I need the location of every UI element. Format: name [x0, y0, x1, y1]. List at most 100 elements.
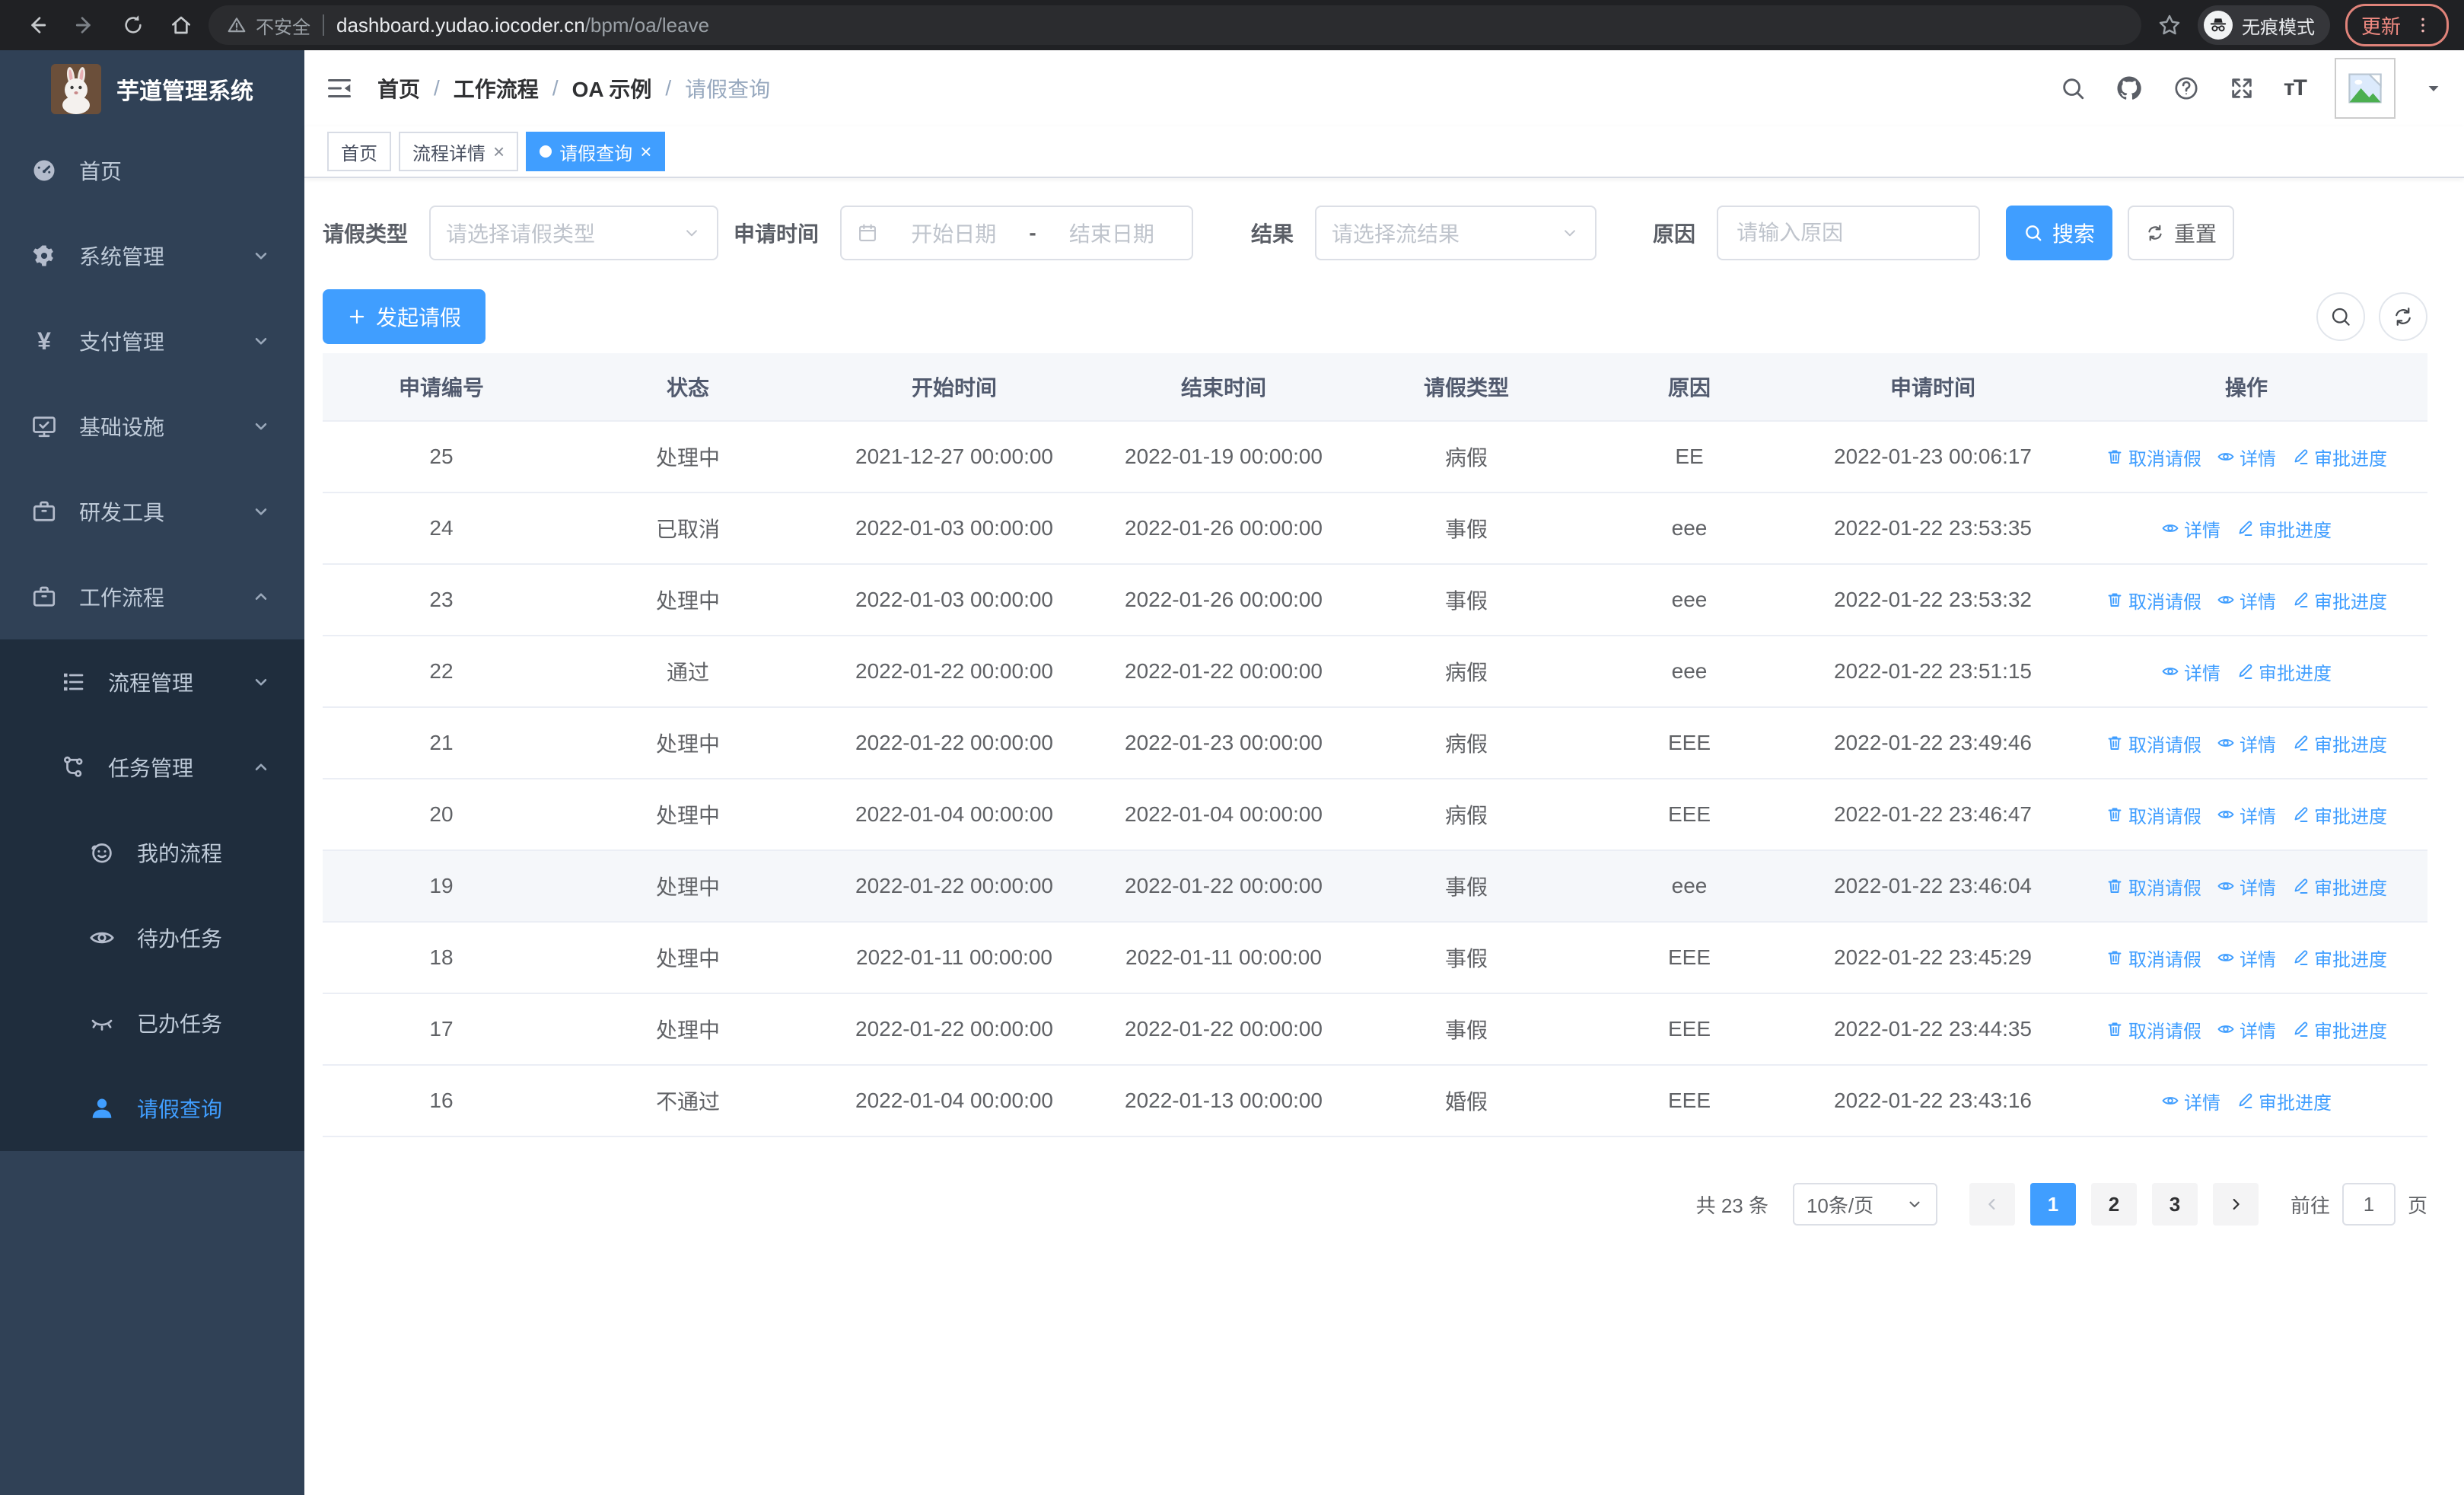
cell-reason: EE	[1675, 445, 1704, 468]
detail-link[interactable]: 详情	[2217, 444, 2276, 470]
progress-link[interactable]: 审批进度	[2291, 1016, 2387, 1043]
sidebar-item-已办任务[interactable]: 已办任务	[0, 980, 304, 1066]
search-label: 搜索	[2052, 222, 2096, 246]
refresh-table-button[interactable]	[2379, 292, 2427, 341]
address-bar[interactable]: 不安全 dashboard.yudao.iocoder.cn/bpm/oa/le…	[209, 5, 2141, 45]
prev-page-button[interactable]	[1969, 1183, 2015, 1226]
breadcrumb-item[interactable]: 首页	[377, 73, 420, 104]
fullscreen-icon[interactable]	[2229, 75, 2255, 101]
pen-icon	[2294, 735, 2308, 751]
goto-page-input[interactable]	[2341, 1183, 2396, 1226]
reason-input[interactable]	[1733, 219, 1964, 247]
cancel-link[interactable]: 取消请假	[2106, 1016, 2201, 1043]
incognito-badge: 无痕模式	[2197, 5, 2330, 45]
progress-link[interactable]: 审批进度	[2291, 444, 2387, 470]
progress-link[interactable]: 审批进度	[2236, 515, 2332, 542]
back-icon[interactable]	[24, 13, 49, 37]
page-button-1[interactable]: 1	[2029, 1183, 2076, 1226]
reset-button[interactable]: 重置	[2128, 206, 2235, 260]
detail-link[interactable]: 详情	[2217, 873, 2276, 900]
cell-status: 处理中	[655, 732, 720, 756]
user-avatar[interactable]	[2335, 58, 2396, 119]
end-date-placeholder[interactable]: 结束日期	[1047, 218, 1176, 248]
help-icon[interactable]	[2173, 75, 2200, 102]
breadcrumb-item[interactable]: OA 示例	[572, 73, 652, 104]
detail-link[interactable]: 详情	[2161, 1088, 2220, 1114]
start-date-placeholder[interactable]: 开始日期	[889, 218, 1018, 248]
sidebar-item-研发工具[interactable]: 研发工具	[0, 469, 304, 554]
next-page-button[interactable]	[2212, 1183, 2259, 1226]
trash-icon	[2108, 450, 2122, 464]
show-search-button[interactable]	[2316, 292, 2365, 341]
cancel-link[interactable]: 取消请假	[2106, 444, 2201, 470]
column-header: 申请编号	[398, 376, 484, 400]
column-header: 原因	[1667, 376, 1711, 400]
sidebar-item-工作流程[interactable]: 工作流程	[0, 554, 304, 639]
cell-leave-type: 事假	[1444, 947, 1488, 971]
security-chip[interactable]: 不安全	[227, 12, 310, 39]
breadcrumb-item[interactable]: 工作流程	[454, 73, 539, 104]
page-button-3[interactable]: 3	[2151, 1183, 2198, 1226]
sidebar-item-支付管理[interactable]: ¥ 支付管理	[0, 298, 304, 384]
font-size-icon[interactable]: тT	[2284, 75, 2307, 101]
logo-image	[51, 64, 101, 114]
sidebar-item-流程管理[interactable]: 流程管理	[0, 639, 304, 725]
avatar-caret-icon[interactable]	[2424, 79, 2443, 97]
sidebar-item-任务管理[interactable]: 任务管理	[0, 725, 304, 810]
detail-link[interactable]: 详情	[2217, 587, 2276, 614]
sidebar-item-首页[interactable]: 首页	[0, 128, 304, 213]
result-select[interactable]: 请选择流结果	[1315, 206, 1597, 260]
browser-menu-icon[interactable]	[2413, 15, 2433, 35]
cancel-link[interactable]: 取消请假	[2106, 945, 2201, 971]
page-button-2[interactable]: 2	[2090, 1183, 2137, 1226]
detail-link[interactable]: 详情	[2161, 658, 2220, 685]
cancel-link[interactable]: 取消请假	[2106, 873, 2201, 900]
page-size-select[interactable]: 10条/页	[1792, 1183, 1937, 1226]
forward-icon[interactable]	[73, 13, 97, 37]
sidebar: 芋道管理系统 首页系统管理 ¥ 支付管理 基础设施 研发工具 工作流程 流程管理 任务管理 我的…	[0, 50, 304, 1495]
leave-type-select[interactable]: 请选择请假类型	[429, 206, 719, 260]
tab-首页[interactable]: 首页	[327, 132, 391, 171]
cancel-link[interactable]: 取消请假	[2106, 587, 2201, 614]
tab-请假查询[interactable]: 请假查询 ×	[526, 132, 666, 171]
apply-time-range[interactable]: 开始日期 - 结束日期	[840, 206, 1194, 260]
cancel-link[interactable]: 取消请假	[2106, 802, 2201, 828]
bookmark-star-icon[interactable]	[2157, 12, 2182, 38]
progress-link[interactable]: 审批进度	[2291, 802, 2387, 828]
progress-link[interactable]: 审批进度	[2291, 945, 2387, 971]
cell-apply-time: 2022-01-22 23:43:16	[1834, 1089, 2032, 1112]
tab-流程详情[interactable]: 流程详情 ×	[399, 132, 519, 171]
detail-link[interactable]: 详情	[2161, 515, 2220, 542]
home-icon[interactable]	[169, 13, 193, 37]
sidebar-item-基础设施[interactable]: 基础设施	[0, 384, 304, 469]
detail-link[interactable]: 详情	[2217, 802, 2276, 828]
close-tab-icon[interactable]: ×	[493, 142, 505, 161]
progress-link[interactable]: 审批进度	[2291, 730, 2387, 757]
cancel-link[interactable]: 取消请假	[2106, 730, 2201, 757]
progress-link[interactable]: 审批进度	[2236, 1088, 2332, 1114]
close-tab-icon[interactable]: ×	[640, 142, 651, 161]
progress-link[interactable]: 审批进度	[2291, 587, 2387, 614]
sidebar-item-系统管理[interactable]: 系统管理	[0, 213, 304, 298]
detail-link[interactable]: 详情	[2217, 1016, 2276, 1043]
create-leave-button[interactable]: 发起请假	[323, 289, 486, 344]
progress-link[interactable]: 审批进度	[2291, 873, 2387, 900]
sidebar-item-label: 系统管理	[79, 245, 165, 269]
progress-link[interactable]: 审批进度	[2236, 658, 2332, 685]
sidebar-item-我的流程[interactable]: 我的流程	[0, 810, 304, 895]
reload-icon[interactable]	[122, 14, 145, 37]
logo[interactable]: 芋道管理系统	[0, 50, 304, 128]
sidebar-item-请假查询[interactable]: 请假查询	[0, 1066, 304, 1151]
search-button[interactable]: 搜索	[2006, 206, 2113, 260]
update-button[interactable]: 更新	[2345, 4, 2449, 46]
detail-link[interactable]: 详情	[2217, 730, 2276, 757]
search-icon[interactable]	[2060, 75, 2086, 101]
update-label: 更新	[2361, 14, 2401, 38]
collapse-sidebar-icon[interactable]	[326, 75, 353, 102]
sidebar-item-待办任务[interactable]: 待办任务	[0, 895, 304, 980]
cell-actions: 取消请假 详情 审批进度	[2065, 945, 2427, 971]
github-icon[interactable]	[2115, 74, 2144, 103]
arrow-right-icon	[2233, 1198, 2240, 1210]
pen-icon	[2239, 664, 2252, 679]
detail-link[interactable]: 详情	[2217, 945, 2276, 971]
